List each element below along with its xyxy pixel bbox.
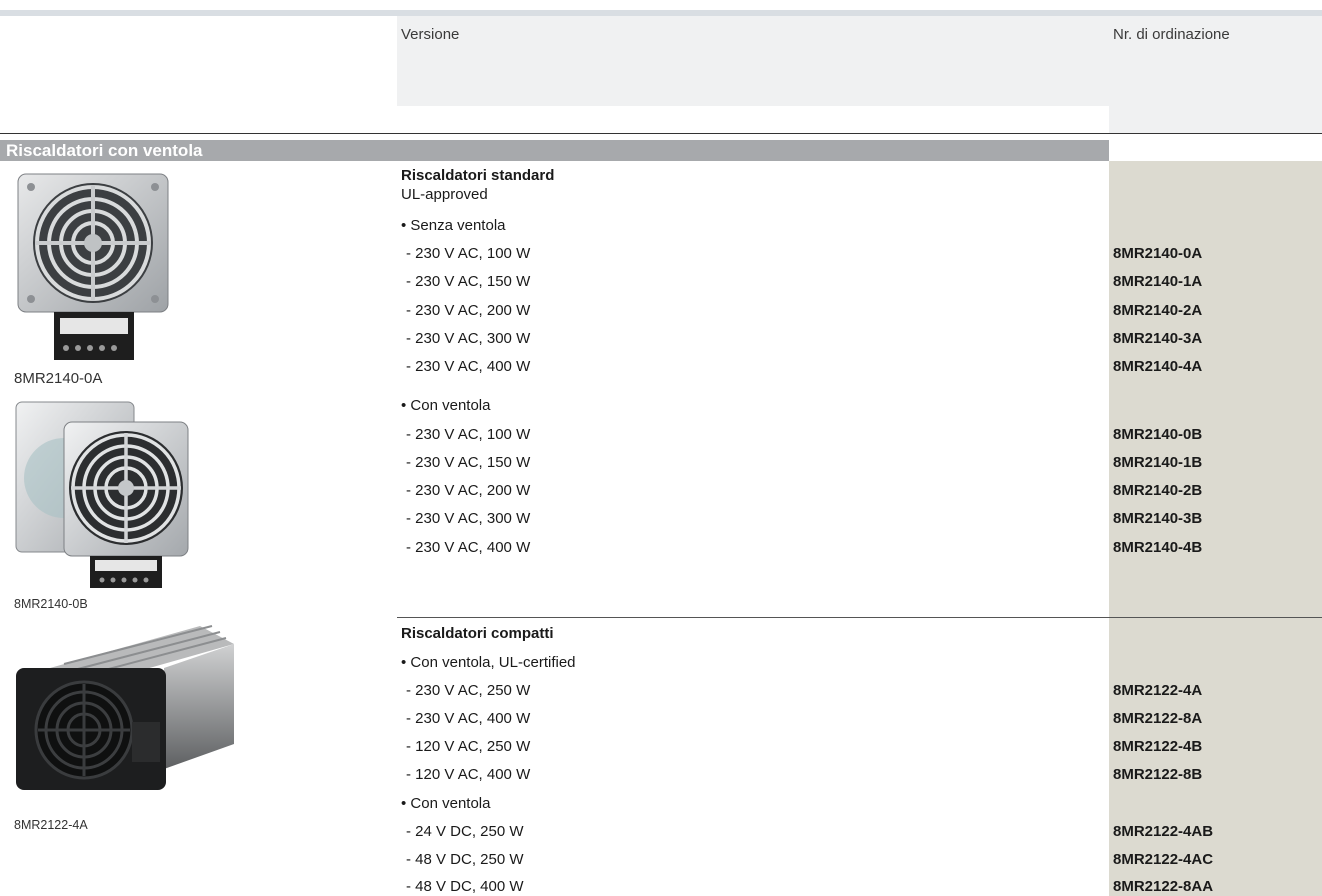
version-row: - 230 V AC, 100 W <box>406 426 531 443</box>
header-divider <box>0 133 1322 134</box>
version-row: - 230 V AC, 150 W <box>406 273 531 290</box>
image-caption: 8MR2140-0A <box>14 370 103 387</box>
version-row: - 230 V AC, 200 W <box>406 302 531 319</box>
order-number: 8MR2122-8AA <box>1113 878 1214 895</box>
order-number: 8MR2140-3A <box>1113 330 1203 347</box>
order-number: 8MR2140-0B <box>1113 426 1203 443</box>
order-number: 8MR2122-8A <box>1113 710 1203 727</box>
version-row: - 230 V AC, 300 W <box>406 510 531 527</box>
subgroup-label: • Con ventola <box>401 397 491 414</box>
subgroup-label: • Con ventola, UL-certified <box>401 654 576 671</box>
version-row: - 230 V AC, 200 W <box>406 482 531 499</box>
order-number: 8MR2122-4AC <box>1113 851 1214 868</box>
version-row: - 230 V AC, 300 W <box>406 330 531 347</box>
version-row: - 230 V AC, 250 W <box>406 682 531 699</box>
subgroup-label: • Con ventola <box>401 795 491 812</box>
order-number: 8MR2140-2A <box>1113 302 1203 319</box>
order-number: 8MR2122-4AB <box>1113 823 1214 840</box>
group-title-compact: Riscaldatori compatti <box>401 625 554 642</box>
order-number: 8MR2140-0A <box>1113 245 1203 262</box>
version-row: - 48 V DC, 250 W <box>406 851 524 868</box>
version-row: - 120 V AC, 250 W <box>406 738 531 755</box>
version-row: - 48 V DC, 400 W <box>406 878 524 895</box>
heater-image-8MR2122-4A <box>16 625 234 790</box>
order-number: 8MR2140-1A <box>1113 273 1203 290</box>
version-row: - 230 V AC, 400 W <box>406 710 531 727</box>
version-row: - 230 V AC, 400 W <box>406 358 531 375</box>
column-header-order-number: Nr. di ordinazione <box>1113 26 1230 43</box>
order-number-column <box>1109 161 1322 896</box>
version-row: - 24 V DC, 250 W <box>406 823 524 840</box>
section-bar: Riscaldatori con ventola <box>0 140 1109 161</box>
subgroup-label: • Senza ventola <box>401 217 506 234</box>
image-caption: 8MR2122-4A <box>14 818 88 832</box>
order-number: 8MR2140-4B <box>1113 539 1203 556</box>
version-row: - 120 V AC, 400 W <box>406 766 531 783</box>
heater-image-8MR2140-0A <box>17 173 169 360</box>
order-number: 8MR2140-3B <box>1113 510 1203 527</box>
column-header-version: Versione <box>401 26 460 43</box>
group-title-standard: Riscaldatori standard <box>401 167 555 184</box>
section-title: Riscaldatori con ventola <box>6 141 203 160</box>
version-row: - 230 V AC, 150 W <box>406 454 531 471</box>
order-number: 8MR2140-1B <box>1113 454 1203 471</box>
order-number: 8MR2140-2B <box>1113 482 1203 499</box>
version-row: - 230 V AC, 100 W <box>406 245 531 262</box>
version-row: - 230 V AC, 400 W <box>406 539 531 556</box>
group-subtitle: UL-approved <box>401 186 488 203</box>
order-number: 8MR2122-4B <box>1113 738 1203 755</box>
image-caption: 8MR2140-0B <box>14 597 88 611</box>
order-number: 8MR2122-4A <box>1113 682 1203 699</box>
order-number: 8MR2140-4A <box>1113 358 1203 375</box>
heater-image-8MR2140-0B <box>15 401 189 588</box>
group-divider <box>397 617 1322 618</box>
header-version-cell <box>397 16 1109 106</box>
order-number: 8MR2122-8B <box>1113 766 1203 783</box>
